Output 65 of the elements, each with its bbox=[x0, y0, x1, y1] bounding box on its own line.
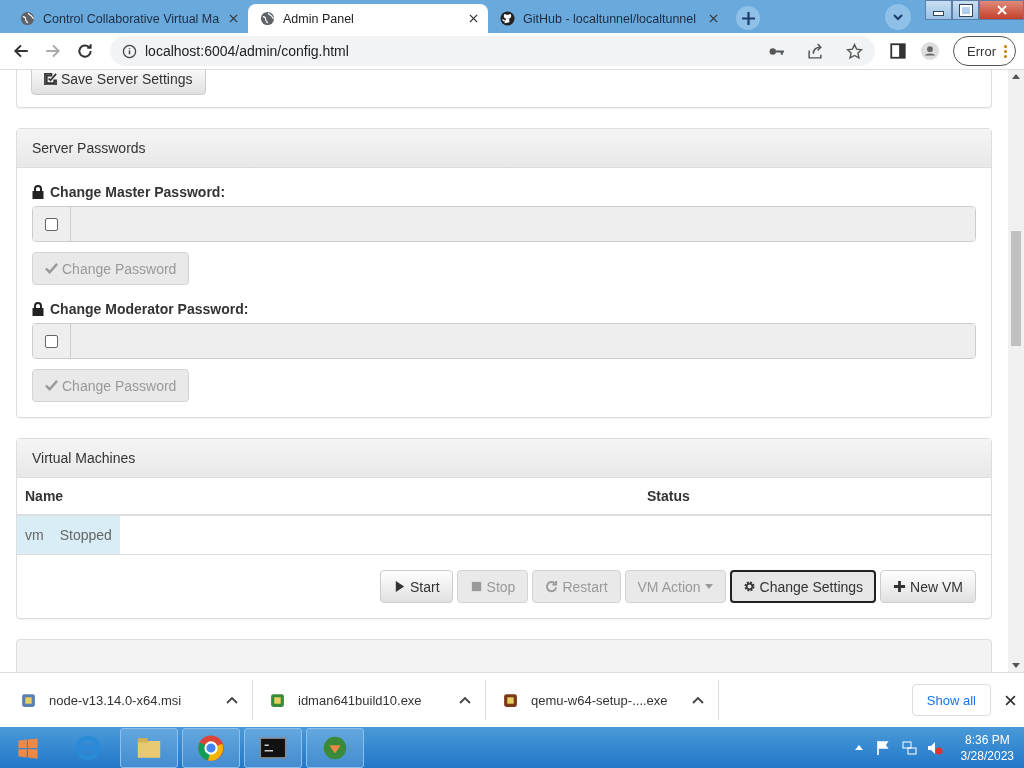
download-item[interactable]: node-v13.14.0-x64.msi bbox=[20, 680, 253, 720]
caret-icon bbox=[704, 584, 713, 589]
play-icon bbox=[393, 580, 406, 593]
back-arrow-icon[interactable] bbox=[12, 42, 30, 60]
chevron-up-icon[interactable] bbox=[692, 696, 704, 704]
browser-tab[interactable]: Admin Panel bbox=[248, 4, 488, 33]
avatar-icon[interactable] bbox=[921, 42, 940, 60]
file-icon bbox=[269, 691, 286, 709]
show-all-button[interactable]: Show all bbox=[911, 684, 991, 716]
globe-icon bbox=[20, 11, 35, 26]
new-tab-icon[interactable] bbox=[736, 6, 760, 30]
file-icon bbox=[20, 691, 37, 709]
column-header: Status bbox=[647, 488, 690, 504]
globe-icon bbox=[260, 11, 275, 26]
close-icon[interactable] bbox=[1005, 694, 1016, 706]
browser-tab[interactable]: GitHub - localtunnel/localtunnel bbox=[488, 4, 728, 33]
clock-time: 8:36 PM bbox=[964, 731, 1010, 748]
stop-icon bbox=[469, 580, 483, 593]
side-panel-icon[interactable] bbox=[889, 42, 908, 60]
restore-icon[interactable] bbox=[952, 0, 979, 20]
chevron-up-icon[interactable] bbox=[226, 696, 238, 704]
share-icon[interactable] bbox=[807, 42, 825, 60]
table-cell: Stopped bbox=[59, 527, 112, 543]
network-icon[interactable] bbox=[900, 739, 917, 756]
checkmark-icon bbox=[45, 379, 58, 392]
scroll-up-icon[interactable] bbox=[1012, 74, 1020, 79]
file-icon bbox=[502, 691, 519, 709]
padlock-icon bbox=[32, 185, 44, 199]
tray-arrow-icon[interactable] bbox=[854, 745, 863, 750]
browser-tab[interactable]: Control Collaborative Virtual Ma bbox=[8, 4, 248, 33]
chevron-down-icon[interactable] bbox=[885, 4, 911, 30]
checked-box-icon bbox=[44, 72, 57, 85]
cat-logo-icon bbox=[500, 11, 515, 26]
column-header: Name bbox=[25, 488, 65, 504]
padlock-icon bbox=[32, 302, 44, 316]
table-cell: vm bbox=[25, 527, 44, 543]
vm-control-button[interactable]: New VM bbox=[880, 570, 976, 603]
minimize-icon[interactable] bbox=[925, 0, 952, 20]
save-server-settings-button[interactable]: Save Server Settings bbox=[31, 70, 206, 95]
terminal-icon[interactable] bbox=[244, 727, 302, 768]
chevron-up-icon[interactable] bbox=[459, 696, 471, 704]
profile-error-button[interactable]: Error bbox=[953, 36, 1016, 66]
vm-control-button[interactable]: Start bbox=[380, 570, 453, 603]
download-item[interactable]: qemu-w64-setup-....exe bbox=[486, 680, 719, 720]
clock-date: 3/28/2023 bbox=[960, 747, 1014, 764]
close-icon[interactable] bbox=[469, 14, 478, 23]
field-label: Change Moderator Password: bbox=[50, 301, 249, 317]
flag-icon[interactable] bbox=[874, 739, 891, 756]
panel-heading: Virtual Machines bbox=[17, 439, 991, 478]
scrollbar-thumb[interactable] bbox=[1011, 231, 1021, 346]
vm-control-button[interactable]: Change Settings bbox=[729, 570, 877, 603]
field-label: Change Master Password: bbox=[50, 184, 226, 200]
windows-logo-icon bbox=[16, 735, 40, 760]
panel-heading: Server Passwords bbox=[17, 129, 991, 168]
plus-icon bbox=[893, 580, 907, 593]
download-item[interactable]: idman641build10.exe bbox=[253, 680, 486, 720]
checkmark-icon bbox=[45, 262, 58, 275]
settings-icon bbox=[742, 580, 756, 593]
info-icon[interactable] bbox=[122, 43, 137, 59]
reload-icon[interactable] bbox=[76, 42, 94, 60]
star-icon[interactable] bbox=[846, 42, 864, 60]
vm-row[interactable]: vm Stopped bbox=[17, 516, 120, 554]
refresh-icon bbox=[545, 580, 559, 593]
address-bar[interactable]: localhost:6004/admin/config.html bbox=[110, 36, 876, 66]
scroll-down-icon[interactable] bbox=[1012, 663, 1020, 668]
